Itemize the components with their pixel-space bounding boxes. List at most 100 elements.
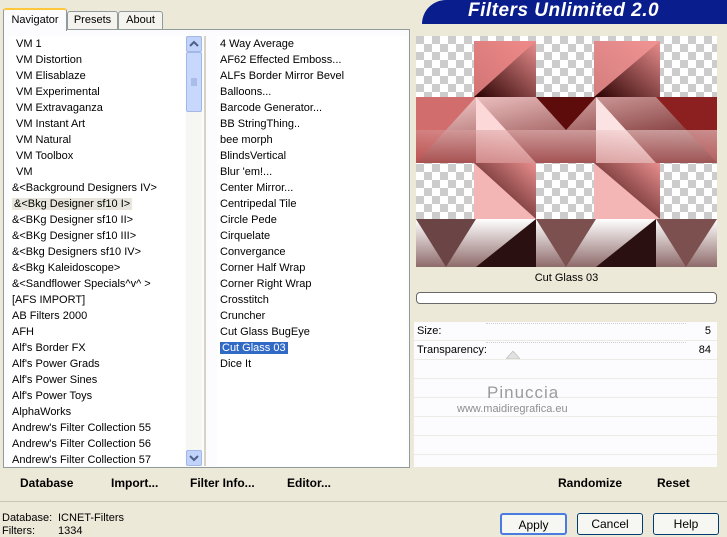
list-item[interactable]: [AFS IMPORT]: [9, 292, 85, 308]
list-item[interactable]: ALFs Border Mirror Bevel: [217, 68, 344, 84]
list-item[interactable]: VM Experimental: [9, 84, 100, 100]
reset-button[interactable]: Reset: [657, 476, 690, 490]
list-item-label: Cruncher: [220, 310, 266, 322]
list-item-label: Cirquelate: [220, 230, 271, 242]
list-item[interactable]: Barcode Generator...: [217, 100, 322, 116]
list-item[interactable]: Cut Glass 03: [217, 340, 288, 356]
list-item[interactable]: Convergance: [217, 244, 285, 260]
tab-presets[interactable]: Presets: [67, 11, 118, 29]
list-item[interactable]: Centripedal Tile: [217, 196, 296, 212]
list-item[interactable]: &<Bkg Designers sf10 IV>: [9, 244, 141, 260]
list-item[interactable]: Alf's Power Sines: [9, 372, 97, 388]
list-item[interactable]: Cruncher: [217, 308, 265, 324]
apply-button[interactable]: Apply: [500, 513, 567, 535]
list-item-label: Convergance: [220, 246, 286, 258]
transparency-slider[interactable]: [486, 342, 686, 347]
list-item[interactable]: Corner Half Wrap: [217, 260, 305, 276]
list-item[interactable]: Andrew's Filter Collection 56: [9, 436, 151, 452]
list-item-label: &<BKg Designer sf10 II>: [12, 214, 134, 226]
list-item-label: Cut Glass 03: [220, 342, 288, 354]
param-row-empty: [414, 379, 717, 398]
list-divider: [204, 36, 206, 466]
filter-preview-image: [416, 36, 717, 267]
list-item[interactable]: BB StringThing..: [217, 116, 300, 132]
param-value: 84: [698, 344, 711, 356]
tab-about[interactable]: About: [118, 11, 163, 29]
list-item[interactable]: Alf's Power Toys: [9, 388, 92, 404]
list-item[interactable]: Andrew's Filter Collection 57: [9, 452, 151, 466]
list-item[interactable]: VM Extravaganza: [9, 100, 103, 116]
list-item-label: &<BKg Designer sf10 III>: [12, 230, 137, 242]
list-item-label: VM Distortion: [16, 54, 83, 66]
list-item[interactable]: 4 Way Average: [217, 36, 294, 52]
editor-button[interactable]: Editor...: [287, 476, 331, 490]
param-row-transparency[interactable]: Transparency: 84: [414, 341, 717, 360]
list-item[interactable]: Cut Glass BugEye: [217, 324, 310, 340]
list-item[interactable]: Crosstitch: [217, 292, 269, 308]
list-item[interactable]: Alf's Power Grads: [9, 356, 100, 372]
list-item[interactable]: Andrew's Filter Collection 55: [9, 420, 151, 436]
list-item-label: BlindsVertical: [220, 150, 287, 162]
import-button[interactable]: Import...: [111, 476, 158, 490]
list-item-label: VM: [16, 166, 33, 178]
list-item[interactable]: &<BKg Designer sf10 II>: [9, 212, 133, 228]
list-item-label: VM 1: [16, 38, 42, 50]
list-item[interactable]: bee morph: [217, 132, 273, 148]
list-item-label: VM Instant Art: [16, 118, 86, 130]
list-item[interactable]: &<Bkg Kaleidoscope>: [9, 260, 120, 276]
list-item[interactable]: Cirquelate: [217, 228, 270, 244]
list-item[interactable]: VM Toolbox: [9, 148, 73, 164]
list-item[interactable]: VM Distortion: [9, 52, 82, 68]
list-item[interactable]: &<Bkg Designer sf10 I>: [9, 196, 133, 212]
list-item-label: ALFs Border Mirror Bevel: [220, 70, 345, 82]
list-item-label: BB StringThing..: [220, 118, 301, 130]
filter-list[interactable]: 4 Way Average AF62 Effected Emboss... ALFs…: [217, 36, 407, 466]
param-label: Transparency:: [417, 344, 487, 356]
tab-navigator[interactable]: Navigator: [3, 8, 67, 31]
list-item[interactable]: &<Sandflower Specials^v^ >: [9, 276, 151, 292]
list-item-label: AlphaWorks: [12, 406, 72, 418]
param-row-size[interactable]: Size: 5: [414, 322, 717, 341]
param-label: Size:: [417, 325, 442, 337]
scroll-down-button[interactable]: [186, 450, 202, 466]
list-item-label: VM Extravaganza: [16, 102, 103, 114]
list-item[interactable]: AF62 Effected Emboss...: [217, 52, 341, 68]
status-database-value: ICNET-Filters: [58, 512, 124, 524]
list-item-label: Dice It: [220, 358, 252, 370]
list-item[interactable]: AFH: [9, 324, 34, 340]
list-item[interactable]: Balloons...: [217, 84, 271, 100]
slider-thumb-icon[interactable]: [506, 351, 520, 359]
list-item-label: Alf's Power Grads: [12, 358, 100, 370]
scroll-thumb[interactable]: [186, 52, 202, 112]
list-item[interactable]: Blur 'em!...: [217, 164, 272, 180]
list-item[interactable]: AlphaWorks: [9, 404, 71, 420]
category-scrollbar[interactable]: [186, 36, 202, 466]
grip-icon: [191, 78, 197, 86]
list-item[interactable]: &<BKg Designer sf10 III>: [9, 228, 136, 244]
list-item[interactable]: VM Instant Art: [9, 116, 85, 132]
list-item[interactable]: Corner Right Wrap: [217, 276, 312, 292]
list-item[interactable]: VM Elisablaze: [9, 68, 86, 84]
list-item-label: Alf's Power Toys: [12, 390, 93, 402]
list-item-label: VM Toolbox: [16, 150, 74, 162]
filter-info-button[interactable]: Filter Info...: [190, 476, 255, 490]
preview-filter-name: Cut Glass 03: [534, 272, 599, 284]
list-item[interactable]: Center Mirror...: [217, 180, 293, 196]
list-item[interactable]: AB Filters 2000: [9, 308, 87, 324]
size-slider[interactable]: [486, 323, 686, 328]
randomize-button[interactable]: Randomize: [558, 476, 622, 490]
category-list[interactable]: VM 1 VM Distortion VM Elisablaze VM Experim…: [9, 36, 185, 466]
param-row-empty: [414, 417, 717, 436]
list-item[interactable]: Alf's Border FX: [9, 340, 86, 356]
list-item[interactable]: VM: [9, 164, 33, 180]
scroll-up-button[interactable]: [186, 36, 202, 52]
list-item[interactable]: &<Background Designers IV>: [9, 180, 157, 196]
list-item[interactable]: VM 1: [9, 36, 42, 52]
cancel-button[interactable]: Cancel: [577, 513, 643, 535]
help-button[interactable]: Help: [653, 513, 719, 535]
list-item[interactable]: BlindsVertical: [217, 148, 286, 164]
list-item[interactable]: Circle Pede: [217, 212, 277, 228]
list-item[interactable]: VM Natural: [9, 132, 71, 148]
list-item[interactable]: Dice It: [217, 356, 251, 372]
database-button[interactable]: Database: [20, 476, 73, 490]
